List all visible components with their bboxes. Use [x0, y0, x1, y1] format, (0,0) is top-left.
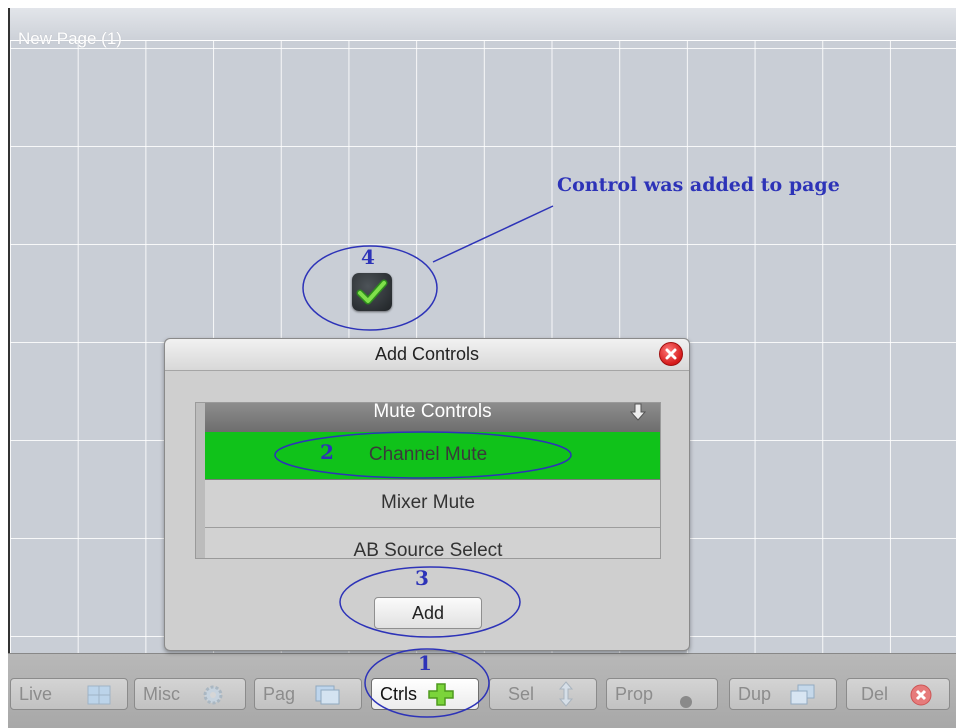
duplicate-button[interactable]: Dup — [729, 678, 837, 710]
list-item-label: AB Source Select — [353, 540, 503, 559]
properties-button[interactable]: Prop — [606, 678, 718, 710]
annotation-step-3: 3 — [415, 566, 429, 590]
close-icon — [909, 683, 933, 716]
pages-label: Pag — [263, 684, 296, 704]
window-icon — [315, 684, 341, 715]
live-label: Live — [19, 684, 53, 704]
list-item-ab-source-select[interactable]: AB Source Select — [196, 528, 660, 559]
annotation-step-2: 2 — [320, 440, 334, 464]
pages-button[interactable]: Pag — [254, 678, 362, 710]
list-scrollbar[interactable] — [196, 403, 205, 558]
bottom-toolbar: Live Misc Pag Ctrls Sel Prop Dup Del — [8, 653, 956, 728]
dialog-title: Add Controls — [165, 339, 689, 371]
delete-button[interactable]: Del — [846, 678, 950, 710]
add-controls-dialog: Add Controls Mute Controls Channel Mute … — [164, 338, 690, 651]
page-title: New Page (1) — [18, 29, 122, 48]
misc-button[interactable]: Misc — [134, 678, 246, 710]
list-item-label: Channel Mute — [368, 444, 488, 465]
list-item-mixer-mute[interactable]: Mixer Mute — [196, 480, 660, 528]
list-item-channel-mute[interactable]: Channel Mute — [196, 432, 660, 480]
live-button[interactable]: Live — [10, 678, 128, 710]
plus-icon — [427, 682, 455, 715]
add-button[interactable]: Add — [374, 597, 482, 629]
added-mute-control[interactable] — [352, 273, 392, 311]
select-label: Sel — [508, 684, 535, 704]
properties-label: Prop — [615, 684, 654, 704]
up-down-arrow-icon — [558, 681, 574, 716]
close-icon — [665, 348, 677, 360]
duplicate-label: Dup — [738, 684, 772, 704]
duplicate-icon — [790, 684, 816, 715]
select-button[interactable]: Sel — [489, 678, 597, 710]
grid-icon — [87, 684, 111, 714]
gear-icon — [201, 684, 225, 715]
dot-icon — [679, 688, 693, 718]
page-header-strip — [10, 8, 956, 41]
dialog-close-button[interactable] — [659, 342, 683, 366]
list-category-label: Mute Controls — [373, 402, 492, 422]
down-arrow-icon — [629, 403, 647, 425]
annotation-step-4: 4 — [361, 245, 375, 269]
checkmark-icon — [356, 279, 388, 305]
control-list[interactable]: Mute Controls Channel Mute Mixer Mute AB… — [195, 402, 661, 559]
delete-label: Del — [861, 684, 889, 704]
list-category-header[interactable]: Mute Controls — [205, 403, 660, 432]
list-item-label: Mixer Mute — [381, 492, 475, 513]
controls-button[interactable]: Ctrls — [371, 678, 479, 710]
annotation-label: Control was added to page — [557, 174, 840, 196]
controls-label: Ctrls — [380, 684, 417, 704]
annotation-step-1: 1 — [418, 651, 432, 675]
misc-label: Misc — [143, 684, 180, 704]
